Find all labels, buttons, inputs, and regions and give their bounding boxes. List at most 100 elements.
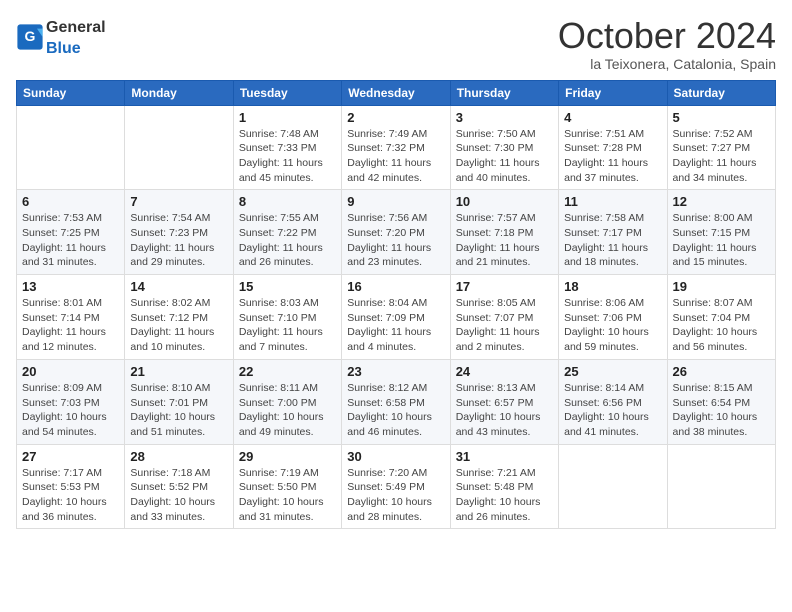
weekday-header: Wednesday (342, 80, 450, 105)
day-info: Sunrise: 7:48 AMSunset: 7:33 PMDaylight:… (239, 127, 336, 186)
day-number: 24 (456, 364, 553, 379)
day-number: 10 (456, 194, 553, 209)
day-number: 31 (456, 449, 553, 464)
header: G General Blue October 2024 la Teixonera… (16, 16, 776, 72)
calendar-cell: 2Sunrise: 7:49 AMSunset: 7:32 PMDaylight… (342, 105, 450, 190)
logo-general-text: General (46, 19, 106, 36)
logo-blue-text: Blue (46, 40, 81, 57)
day-number: 26 (673, 364, 770, 379)
day-number: 18 (564, 279, 661, 294)
calendar-cell: 9 Sunrise: 7:56 AMSunset: 7:20 PMDaylight… (342, 190, 450, 275)
month-title: October 2024 (558, 16, 776, 56)
day-number: 9 (347, 194, 444, 209)
calendar-cell: 28Sunrise: 7:18 AMSunset: 5:52 PMDayligh… (125, 444, 233, 529)
calendar-table: SundayMondayTuesdayWednesdayThursdayFrid… (16, 80, 776, 530)
calendar-cell: 18 Sunrise: 8:06 AMSunset: 7:06 PMDayligh… (559, 275, 667, 360)
day-info: Sunrise: 8:09 AMSunset: 7:03 PMDaylight:… (22, 381, 119, 440)
day-info: Sunrise: 8:13 AMSunset: 6:57 PMDaylight:… (456, 381, 553, 440)
day-info: Sunrise: 7:56 AMSunset: 7:20 PMDaylight:… (347, 211, 444, 270)
weekday-header: Friday (559, 80, 667, 105)
calendar-cell: 6Sunrise: 7:53 AMSunset: 7:25 PMDaylight… (17, 190, 125, 275)
day-info: Sunrise: 8:12 AMSunset: 6:58 PMDaylight:… (347, 381, 444, 440)
calendar-cell: 12 Sunrise: 8:00 AMSunset: 7:15 PMDayligh… (667, 190, 775, 275)
calendar-cell: 7 Sunrise: 7:54 AMSunset: 7:23 PMDaylight… (125, 190, 233, 275)
day-info: Sunrise: 8:11 AMSunset: 7:00 PMDaylight:… (239, 381, 336, 440)
calendar-cell: 31 Sunrise: 7:21 AMSunset: 5:48 PMDayligh… (450, 444, 558, 529)
day-number: 27 (22, 449, 119, 464)
calendar-week-row: 27 Sunrise: 7:17 AMSunset: 5:53 PMDayligh… (17, 444, 776, 529)
day-info: Sunrise: 7:19 AMSunset: 5:50 PMDaylight:… (239, 466, 336, 525)
day-info: Sunrise: 8:07 AMSunset: 7:04 PMDaylight:… (673, 296, 770, 355)
calendar-cell: 16 Sunrise: 8:04 AMSunset: 7:09 PMDayligh… (342, 275, 450, 360)
day-info: Sunrise: 7:20 AMSunset: 5:49 PMDaylight:… (347, 466, 444, 525)
calendar-cell: 1Sunrise: 7:48 AMSunset: 7:33 PMDaylight… (233, 105, 341, 190)
calendar-cell: 8 Sunrise: 7:55 AMSunset: 7:22 PMDaylight… (233, 190, 341, 275)
calendar-cell: 17 Sunrise: 8:05 AMSunset: 7:07 PMDayligh… (450, 275, 558, 360)
weekday-header: Saturday (667, 80, 775, 105)
day-info: Sunrise: 8:04 AMSunset: 7:09 PMDaylight:… (347, 296, 444, 355)
calendar-cell: 10 Sunrise: 7:57 AMSunset: 7:18 PMDayligh… (450, 190, 558, 275)
location-subtitle: la Teixonera, Catalonia, Spain (558, 56, 776, 72)
calendar-week-row: 1Sunrise: 7:48 AMSunset: 7:33 PMDaylight… (17, 105, 776, 190)
calendar-cell: 22 Sunrise: 8:11 AMSunset: 7:00 PMDayligh… (233, 359, 341, 444)
weekday-header: Thursday (450, 80, 558, 105)
day-number: 4 (564, 110, 661, 125)
day-info: Sunrise: 8:02 AMSunset: 7:12 PMDaylight:… (130, 296, 227, 355)
day-info: Sunrise: 8:06 AMSunset: 7:06 PMDaylight:… (564, 296, 661, 355)
day-info: Sunrise: 7:53 AMSunset: 7:25 PMDaylight:… (22, 211, 119, 270)
calendar-cell (667, 444, 775, 529)
day-number: 5 (673, 110, 770, 125)
day-info: Sunrise: 8:03 AMSunset: 7:10 PMDaylight:… (239, 296, 336, 355)
day-info: Sunrise: 8:01 AMSunset: 7:14 PMDaylight:… (22, 296, 119, 355)
calendar-cell: 30Sunrise: 7:20 AMSunset: 5:49 PMDayligh… (342, 444, 450, 529)
day-number: 21 (130, 364, 227, 379)
calendar-cell: 25Sunrise: 8:14 AMSunset: 6:56 PMDayligh… (559, 359, 667, 444)
day-number: 12 (673, 194, 770, 209)
day-number: 11 (564, 194, 661, 209)
day-info: Sunrise: 7:58 AMSunset: 7:17 PMDaylight:… (564, 211, 661, 270)
calendar-week-row: 13 Sunrise: 8:01 AMSunset: 7:14 PMDayligh… (17, 275, 776, 360)
day-info: Sunrise: 8:15 AMSunset: 6:54 PMDaylight:… (673, 381, 770, 440)
calendar-cell: 19Sunrise: 8:07 AMSunset: 7:04 PMDayligh… (667, 275, 775, 360)
day-info: Sunrise: 7:18 AMSunset: 5:52 PMDaylight:… (130, 466, 227, 525)
calendar-cell: 29Sunrise: 7:19 AMSunset: 5:50 PMDayligh… (233, 444, 341, 529)
calendar-cell: 15 Sunrise: 8:03 AMSunset: 7:10 PMDayligh… (233, 275, 341, 360)
day-info: Sunrise: 7:21 AMSunset: 5:48 PMDaylight:… (456, 466, 553, 525)
calendar-cell (17, 105, 125, 190)
calendar-week-row: 6Sunrise: 7:53 AMSunset: 7:25 PMDaylight… (17, 190, 776, 275)
calendar-week-row: 20 Sunrise: 8:09 AMSunset: 7:03 PMDayligh… (17, 359, 776, 444)
day-info: Sunrise: 7:57 AMSunset: 7:18 PMDaylight:… (456, 211, 553, 270)
day-number: 13 (22, 279, 119, 294)
day-info: Sunrise: 7:17 AMSunset: 5:53 PMDaylight:… (22, 466, 119, 525)
day-number: 17 (456, 279, 553, 294)
calendar-cell: 14Sunrise: 8:02 AMSunset: 7:12 PMDayligh… (125, 275, 233, 360)
day-number: 20 (22, 364, 119, 379)
day-number: 7 (130, 194, 227, 209)
day-number: 23 (347, 364, 444, 379)
calendar-cell: 20 Sunrise: 8:09 AMSunset: 7:03 PMDayligh… (17, 359, 125, 444)
day-number: 22 (239, 364, 336, 379)
calendar-cell: 13 Sunrise: 8:01 AMSunset: 7:14 PMDayligh… (17, 275, 125, 360)
calendar-cell: 24 Sunrise: 8:13 AMSunset: 6:57 PMDayligh… (450, 359, 558, 444)
day-number: 25 (564, 364, 661, 379)
day-info: Sunrise: 8:10 AMSunset: 7:01 PMDaylight:… (130, 381, 227, 440)
calendar-cell: 11 Sunrise: 7:58 AMSunset: 7:17 PMDayligh… (559, 190, 667, 275)
calendar-cell: 5Sunrise: 7:52 AMSunset: 7:27 PMDaylight… (667, 105, 775, 190)
calendar-cell: 3Sunrise: 7:50 AMSunset: 7:30 PMDaylight… (450, 105, 558, 190)
calendar-cell: 23 Sunrise: 8:12 AMSunset: 6:58 PMDayligh… (342, 359, 450, 444)
day-info: Sunrise: 7:54 AMSunset: 7:23 PMDaylight:… (130, 211, 227, 270)
day-info: Sunrise: 8:00 AMSunset: 7:15 PMDaylight:… (673, 211, 770, 270)
calendar-cell (125, 105, 233, 190)
svg-text:G: G (25, 28, 36, 44)
day-number: 15 (239, 279, 336, 294)
day-number: 8 (239, 194, 336, 209)
logo-icon: G (16, 23, 44, 51)
day-info: Sunrise: 7:55 AMSunset: 7:22 PMDaylight:… (239, 211, 336, 270)
day-info: Sunrise: 8:05 AMSunset: 7:07 PMDaylight:… (456, 296, 553, 355)
calendar-cell: 21 Sunrise: 8:10 AMSunset: 7:01 PMDayligh… (125, 359, 233, 444)
day-number: 3 (456, 110, 553, 125)
calendar-cell (559, 444, 667, 529)
weekday-header: Sunday (17, 80, 125, 105)
day-number: 16 (347, 279, 444, 294)
day-number: 2 (347, 110, 444, 125)
